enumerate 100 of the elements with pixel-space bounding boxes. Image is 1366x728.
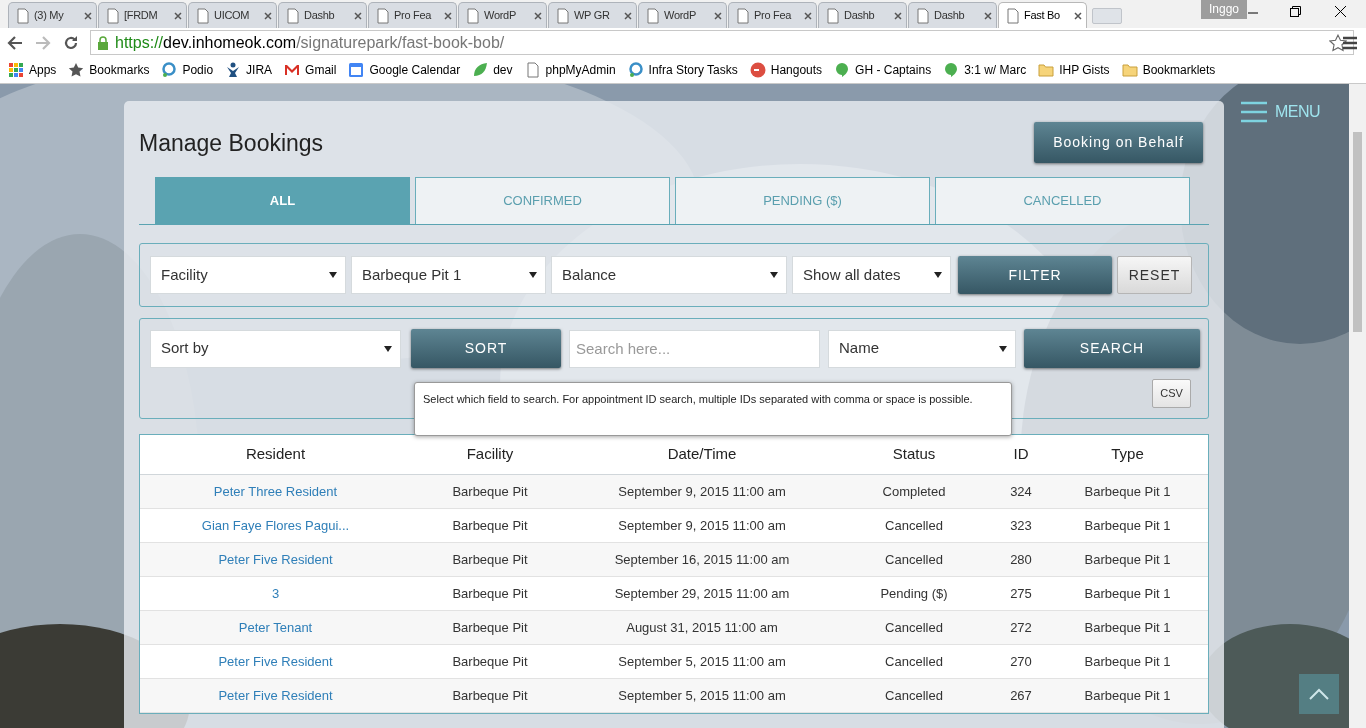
table-cell-text: 323 (1009, 516, 1033, 535)
reset-button[interactable]: RESET (1117, 256, 1192, 294)
scrollbar[interactable] (1349, 84, 1366, 728)
column-header: Status (891, 444, 937, 465)
table-cell-text: August 31, 2015 11:00 am (625, 618, 779, 637)
table-cell-text: 324 (1009, 482, 1033, 501)
column-header: ID (1012, 444, 1030, 465)
table-cell-text: September 9, 2015 11:00 am (617, 482, 787, 501)
csv-button[interactable]: CSV (1152, 379, 1191, 408)
table-cell-text: Cancelled (884, 618, 944, 637)
dropdown[interactable]: Sort by (150, 329, 401, 368)
table-cell-text: September 29, 2015 11:00 am (613, 584, 791, 603)
bookmark-item[interactable]: Hangouts (749, 61, 823, 79)
resident-link[interactable]: Peter Three Resident (213, 481, 338, 502)
table-cell-text: Cancelled (884, 652, 944, 671)
resident-link[interactable]: Peter Five Resident (218, 651, 333, 672)
table-cell-text: September 5, 2015 11:00 am (617, 652, 787, 671)
table-cell-text: Barbeque Pit (451, 618, 529, 637)
browser-tab[interactable]: [FRDM (98, 2, 187, 28)
chevron-up-icon (1309, 688, 1329, 700)
speech-bubble-icon (943, 62, 960, 78)
folder-icon (1121, 62, 1138, 78)
dropdown[interactable]: Facility (150, 256, 346, 294)
browser-tab[interactable]: Dashb (818, 2, 907, 28)
address-field[interactable]: https://dev.inhomeok.com/signaturepark/fast-book-bob/ (90, 30, 1354, 55)
table-cell-text: Barbeque Pit (451, 482, 529, 501)
bookmark-item[interactable]: Bookmarklets (1121, 61, 1216, 79)
bookmark-item[interactable]: Gmail (284, 61, 337, 79)
bookmark-item[interactable]: Bookmarks (68, 61, 150, 79)
table-cell-text: September 16, 2015 11:00 am (613, 550, 791, 569)
table-cell-text: Pending ($) (879, 584, 949, 603)
page-icon (645, 7, 661, 24)
filter-button[interactable]: FILTER (958, 256, 1112, 294)
table-cell-text: 270 (1009, 652, 1033, 671)
table-cell-text: Cancelled (884, 516, 944, 535)
apps-grid-icon (8, 62, 24, 78)
page-icon (524, 62, 541, 78)
table-cell-text: 275 (1009, 584, 1033, 603)
browser-tab[interactable]: Fast Bo (998, 2, 1087, 28)
table-cell-text: Barbeque Pit (451, 652, 529, 671)
star-icon[interactable] (1329, 33, 1347, 52)
sort-button[interactable]: SORT (411, 329, 561, 368)
menu-icon[interactable] (1343, 36, 1357, 50)
resident-link[interactable]: 3 (271, 583, 280, 604)
page-title: Manage Bookings (139, 129, 324, 158)
browser-tab[interactable]: Dashb (908, 2, 997, 28)
circle-icon (749, 62, 766, 78)
table-cell-text: Barbeque Pit 1 (1083, 516, 1172, 535)
page-icon (285, 7, 301, 24)
bookmark-item[interactable]: GH - Captains (834, 61, 932, 79)
bookmark-item[interactable]: IHP Gists (1038, 61, 1110, 79)
figure-icon (225, 62, 242, 78)
booking-on-behalf-button[interactable]: Booking on Behalf (1034, 122, 1203, 163)
bookmark-item[interactable]: Apps (8, 61, 57, 79)
table-cell-text: 272 (1009, 618, 1033, 637)
bookmark-item[interactable]: Google Calendar (348, 61, 461, 79)
table-cell-text: 280 (1009, 550, 1033, 569)
bookmark-item[interactable]: dev (472, 61, 513, 79)
browser-tab[interactable]: Dashb (278, 2, 367, 28)
column-header: Facility (465, 444, 515, 465)
caret-icon (934, 271, 942, 279)
resident-link[interactable]: Peter Five Resident (218, 549, 333, 570)
resident-link[interactable]: Gian Faye Flores Pagui... (201, 515, 350, 536)
close-icon[interactable] (1074, 11, 1082, 20)
menu-label[interactable]: MENU (1275, 100, 1321, 124)
bookmark-item[interactable]: Infra Story Tasks (627, 61, 738, 79)
restore-icon[interactable] (1290, 6, 1301, 17)
column-header: Type (1110, 444, 1145, 465)
bookmark-item[interactable]: phpMyAdmin (524, 61, 616, 79)
close-icon[interactable] (1335, 6, 1346, 17)
dropdown[interactable]: Name (828, 329, 1016, 368)
speech-bubble-icon (834, 62, 851, 78)
browser-tab[interactable]: WP GR (548, 2, 637, 28)
browser-tab[interactable]: UICOM (188, 2, 277, 28)
search-field[interactable]: Search here... (569, 329, 820, 368)
dropdown[interactable]: Barbeque Pit 1 (351, 256, 546, 294)
resident-link[interactable]: Peter Tenant (238, 617, 313, 638)
browser-tab[interactable]: WordP (458, 2, 547, 28)
table-cell-text: Barbeque Pit 1 (1083, 686, 1172, 705)
back-icon[interactable] (6, 33, 24, 52)
bookmark-item[interactable]: 3:1 w/ Marc (943, 61, 1027, 79)
table-cell-text: Barbeque Pit 1 (1083, 618, 1172, 637)
page-icon (465, 7, 481, 24)
browser-tab[interactable]: (3) My (8, 2, 97, 28)
tooltip: Select which field to search. For appointment ID search, multiple IDs separated with comma or space is possible. (414, 382, 1012, 436)
back-to-top-button[interactable] (1299, 674, 1339, 714)
bookmark-item[interactable]: Podio (161, 61, 214, 79)
search-button[interactable]: SEARCH (1024, 329, 1200, 368)
page-icon (105, 7, 121, 24)
resident-link[interactable]: Peter Five Resident (218, 685, 333, 706)
table-cell-text: Cancelled (884, 686, 944, 705)
browser-tab[interactable]: Pro Fea (368, 2, 457, 28)
page-icon (555, 7, 571, 24)
table-cell-text: Barbeque Pit 1 (1083, 550, 1172, 569)
browser-tab[interactable]: WordP (638, 2, 727, 28)
bookmark-item[interactable]: JIRA (225, 61, 273, 79)
mail-icon (284, 62, 301, 78)
dropdown[interactable]: Balance (551, 256, 787, 294)
dropdown[interactable]: Show all dates (792, 256, 951, 294)
browser-tab[interactable]: Pro Fea (728, 2, 817, 28)
